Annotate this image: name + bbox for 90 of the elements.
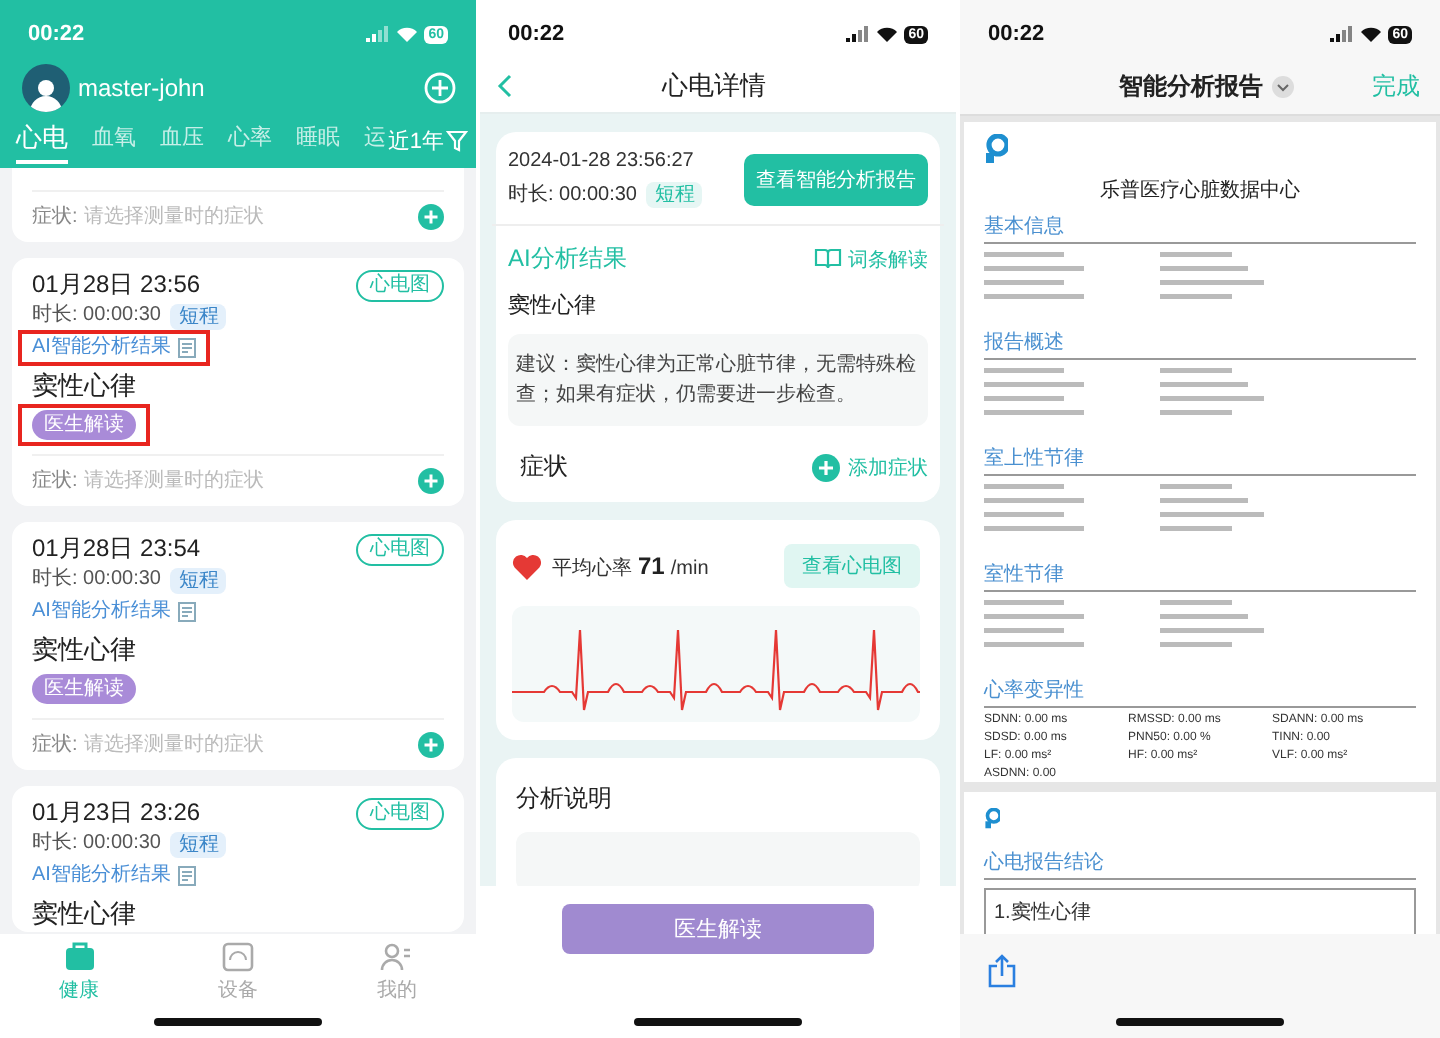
add-symptom-link[interactable]: 添加症状 [812,453,928,481]
ecg-button[interactable]: 心电图 [356,533,444,565]
record-result: 窦性心律 [32,368,138,404]
category-tab[interactable]: 血氧 [92,120,136,164]
record-datetime: 2024-01-28 23:56:27 [508,150,696,172]
doctor-review-button[interactable]: 医生解读 [32,409,136,439]
share-icon[interactable] [988,954,1016,988]
record-datetime: 01月28日 23:54 [32,532,203,566]
doctor-review-button[interactable]: 医生解读 [562,904,874,954]
advice-text: 建议：窦性心律为正常心脏节律，无需特殊检查；如果有症状，仍需要进一步检查。 [508,334,928,426]
person-icon [380,942,413,972]
document-icon [178,602,197,622]
symptom-field[interactable]: 请选择测量时的症状 [83,204,412,230]
document-icon [178,338,197,358]
record-duration: 时长: 00:00:30 [32,830,161,858]
report-section-heading: 心率变异性 [984,676,1416,708]
record-datetime: 01月28日 23:56 [32,268,203,302]
status-time: 00:22 [28,22,85,46]
symptom-field[interactable]: 请选择测量时的症状 [83,732,412,758]
page-title: 心电详情 [659,68,768,104]
report-section-heading: 报告概述 [984,328,1416,360]
type-badge: 短程 [170,567,227,593]
done-button[interactable]: 完成 [1372,70,1420,104]
report-section-heading: 室性节律 [984,560,1416,592]
add-icon[interactable] [418,732,444,758]
bottom-tab[interactable]: 健康 [0,942,159,1010]
page-title[interactable]: 智能分析报告 [1040,70,1372,104]
glossary-link[interactable]: 词条解读 [814,245,928,273]
ai-result-link[interactable]: AI智能分析结果 [32,864,171,888]
report-section-heading: 基本信息 [984,212,1416,244]
range-filter[interactable]: 近1年 [387,125,468,163]
category-tab[interactable]: 血压 [160,120,204,164]
user-name: master-john [78,74,207,102]
book-icon [814,248,842,270]
symptom-label: 症状: [32,204,78,230]
signal-icon [366,26,391,42]
avatar-icon[interactable] [22,64,70,112]
record-datetime: 01月23日 23:26 [32,796,203,830]
report-title: 乐普医疗心脏数据中心 [1098,177,1302,204]
analysis-result: 窦性心律 [508,291,598,320]
category-tab[interactable]: 运 [364,120,386,164]
logo-icon [984,807,1001,830]
add-icon[interactable] [418,468,444,494]
filter-icon [446,129,468,151]
section-title: AI分析结果 [508,242,629,276]
wifi-icon [876,26,899,42]
ecg-button[interactable]: 心电图 [356,797,444,829]
report-button[interactable]: 查看智能分析报告 [744,153,928,205]
section-title: 症状 [520,450,570,484]
logo-icon [984,134,1008,166]
doctor-review-button[interactable]: 医生解读 [32,673,136,703]
wifi-icon [396,26,419,42]
type-badge: 短程 [646,181,703,207]
category-tab[interactable]: 睡眠 [296,120,340,164]
average-heart-rate: 平均心率 71 /min [552,551,711,581]
signal-icon [1330,26,1355,42]
ai-result-link[interactable]: AI智能分析结果 [32,600,171,624]
status-time: 00:22 [988,22,1045,46]
record-duration: 时长: 00:00:30 [508,181,637,208]
symptom-label: 症状: [32,468,78,494]
chevron-down-icon [1271,76,1293,98]
wifi-icon [1360,26,1383,42]
status-time: 00:22 [508,22,565,46]
record-result: 窦性心律 [32,632,138,668]
document-icon [178,866,197,886]
heart-icon [512,553,542,579]
record-duration: 时长: 00:00:30 [32,302,161,330]
type-badge: 短程 [170,303,227,329]
report-section-heading: 心电报告结论 [984,848,1416,880]
category-tab[interactable]: 心电 [16,120,68,164]
record-duration: 时长: 00:00:30 [32,566,161,594]
back-icon[interactable] [496,74,512,98]
ai-result-link[interactable]: AI智能分析结果 [32,336,171,360]
record-result: 窦性心律 [32,896,138,932]
report-section-heading: 室上性节律 [984,444,1416,476]
add-icon[interactable] [424,72,456,104]
add-icon [812,453,840,481]
symptom-label: 症状: [32,732,78,758]
section-title: 分析说明 [516,782,614,816]
device-icon [221,942,254,972]
ecg-button[interactable]: 心电图 [356,269,444,301]
bottom-tab[interactable]: 设备 [158,942,318,1010]
view-ecg-button[interactable]: 查看心电图 [784,544,920,588]
bottom-tab[interactable]: 我的 [317,942,476,1010]
add-icon[interactable] [418,204,444,230]
briefcase-icon [63,942,96,972]
signal-icon [846,26,871,42]
symptom-field[interactable]: 请选择测量时的症状 [83,468,412,494]
category-tab[interactable]: 心率 [228,120,272,164]
type-badge: 短程 [170,831,227,857]
